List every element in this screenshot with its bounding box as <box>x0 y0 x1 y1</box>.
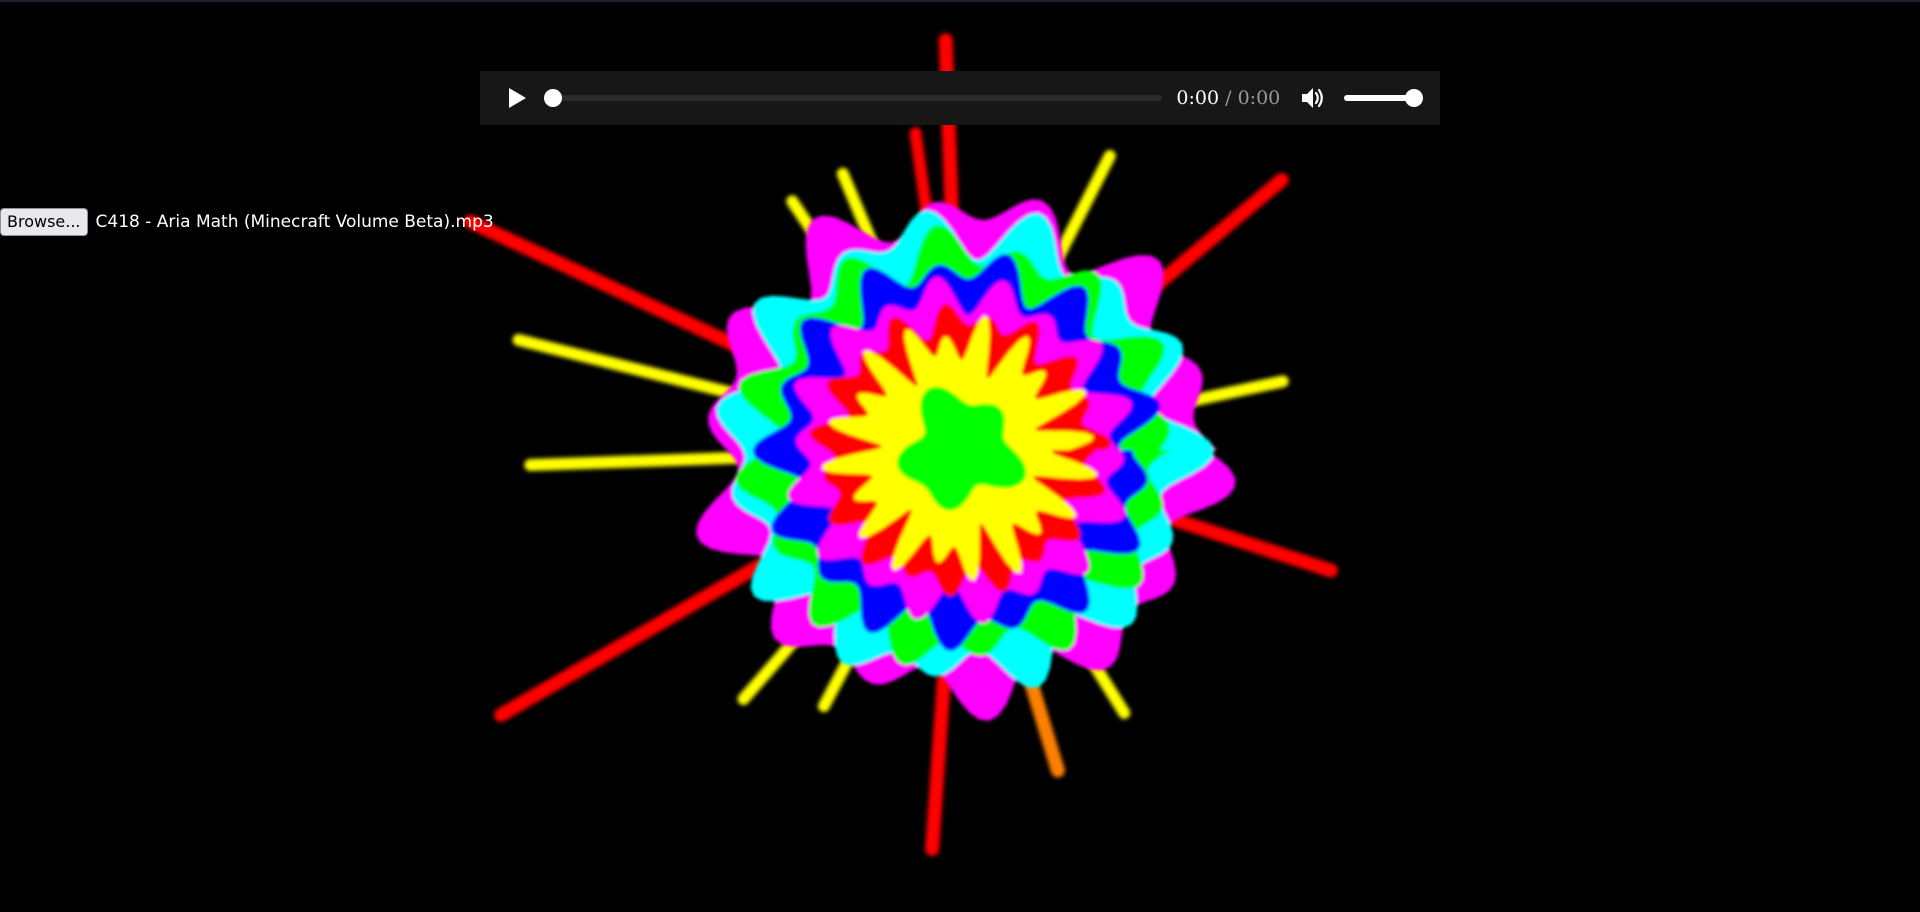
time-display: 0:00 / 0:00 <box>1176 87 1280 109</box>
current-time: 0:00 <box>1176 87 1220 109</box>
selected-file-name: C418 - Aria Math (Minecraft Volume Beta)… <box>95 212 494 232</box>
volume-thumb[interactable] <box>1405 89 1424 107</box>
mute-button[interactable] <box>1298 83 1328 113</box>
audio-visualizer-canvas <box>463 33 1338 856</box>
seek-thumb[interactable] <box>543 89 562 107</box>
volume-slider[interactable] <box>1344 89 1424 107</box>
seek-bar[interactable] <box>543 89 1163 107</box>
browse-button[interactable]: Browse... <box>0 208 88 236</box>
time-separator: / <box>1225 87 1232 109</box>
play-button[interactable] <box>502 83 532 113</box>
audio-player[interactable]: 0:00 / 0:00 <box>480 71 1440 125</box>
total-time: 0:00 <box>1237 87 1281 109</box>
speaker-icon <box>1302 88 1324 108</box>
file-picker[interactable]: Browse... C418 - Aria Math (Minecraft Vo… <box>0 208 494 236</box>
play-icon <box>508 88 526 108</box>
